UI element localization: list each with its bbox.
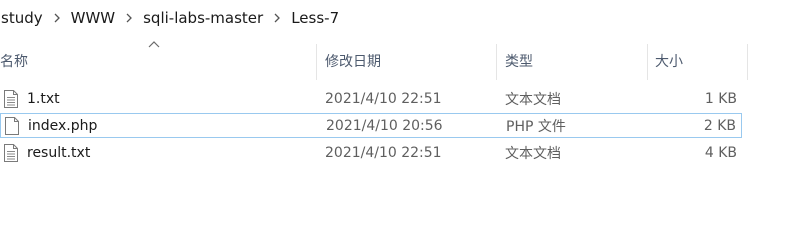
column-divider[interactable] xyxy=(316,44,317,80)
breadcrumb-item-sqli-labs-master[interactable]: sqli-labs-master xyxy=(141,9,265,27)
column-divider[interactable] xyxy=(496,44,497,80)
chevron-right-icon[interactable] xyxy=(45,13,69,23)
column-header: 名称 修改日期 类型 大小 xyxy=(0,37,807,85)
file-name: 1.txt xyxy=(27,90,60,107)
breadcrumb-item-www[interactable]: WWW xyxy=(69,9,118,27)
column-header-size-label: 大小 xyxy=(655,54,683,70)
column-header-date-label: 修改日期 xyxy=(325,54,381,70)
column-header-size[interactable]: 大小 xyxy=(655,37,745,85)
column-divider[interactable] xyxy=(747,44,748,80)
file-type: 文本文档 xyxy=(505,145,561,162)
breadcrumb-item-study[interactable]: study xyxy=(0,9,45,27)
breadcrumb: study WWW sqli-labs-master Less-7 xyxy=(0,0,807,36)
column-header-date[interactable]: 修改日期 xyxy=(325,37,495,85)
file-row-selected[interactable]: index.php 2021/4/10 20:56 PHP 文件 2 KB xyxy=(0,113,742,138)
file-name: index.php xyxy=(28,117,98,134)
column-header-type[interactable]: 类型 xyxy=(505,37,645,85)
file-type: 文本文档 xyxy=(505,91,561,108)
text-file-icon xyxy=(4,89,18,108)
chevron-right-icon[interactable] xyxy=(117,13,141,23)
file-date: 2021/4/10 20:56 xyxy=(326,117,443,134)
file-size: 1 KB xyxy=(704,90,737,107)
file-size: 2 KB xyxy=(703,117,736,134)
file-row[interactable]: result.txt 2021/4/10 22:51 文本文档 4 KB xyxy=(0,140,742,165)
file-type: PHP 文件 xyxy=(506,118,566,135)
file-date: 2021/4/10 22:51 xyxy=(325,90,442,107)
chevron-right-icon[interactable] xyxy=(265,13,289,23)
file-date: 2021/4/10 22:51 xyxy=(325,144,442,161)
column-header-name[interactable]: 名称 xyxy=(0,37,316,85)
file-row[interactable]: 1.txt 2021/4/10 22:51 文本文档 1 KB xyxy=(0,86,742,111)
column-divider[interactable] xyxy=(647,44,648,80)
breadcrumb-item-less-7[interactable]: Less-7 xyxy=(289,9,341,27)
file-name: result.txt xyxy=(27,144,91,161)
text-file-icon xyxy=(4,143,18,162)
file-size: 4 KB xyxy=(704,144,737,161)
column-header-type-label: 类型 xyxy=(505,54,533,70)
blank-file-icon xyxy=(5,116,19,135)
column-header-name-label: 名称 xyxy=(0,54,28,70)
